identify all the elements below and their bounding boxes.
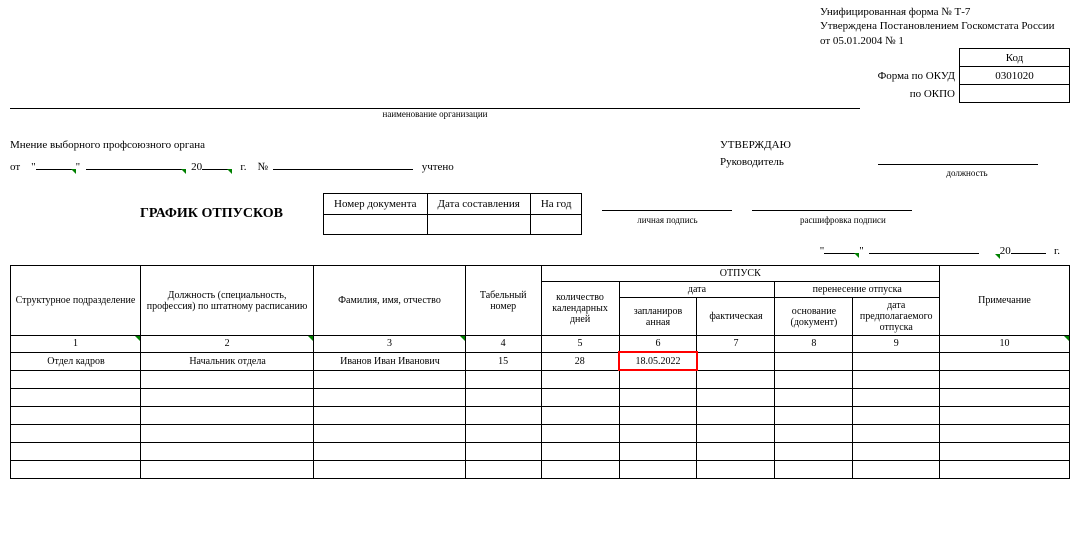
okud-label: Форма по ОКУД: [805, 70, 955, 82]
docnum-table: Номер документа Дата составления На год: [323, 193, 582, 235]
okpo-label: по ОКПО: [805, 88, 955, 100]
table-row: [11, 406, 1070, 424]
org-caption: наименование организации: [10, 109, 860, 119]
sign-area: личная подпись расшифровка подписи: [602, 202, 923, 226]
utv-block: УТВЕРЖДАЮ Руководитель должность: [720, 139, 1038, 178]
table-row: [11, 460, 1070, 478]
planned-date-cell: 18.05.2022: [619, 352, 697, 370]
main-title: ГРАФИК ОТПУСКОВ: [140, 206, 283, 222]
okpo-value: [960, 85, 1070, 103]
org-name-line: [10, 95, 860, 109]
approval-date: "" 20 г.: [10, 245, 1060, 257]
mnenie-block: Мнение выборного профсоюзного органа от …: [10, 139, 710, 178]
form-header: Унифицированная форма № Т-7 Утверждена П…: [820, 5, 1055, 48]
table-row: [11, 424, 1070, 442]
kod-cell: Код: [960, 49, 1070, 67]
main-table: Структурное подразделение Должность (спе…: [10, 265, 1070, 479]
table-row: Отдел кадров Начальник отдела Иванов Ива…: [11, 352, 1070, 370]
table-row: [11, 442, 1070, 460]
okud-value: 0301020: [960, 67, 1070, 85]
okud-block: Код 0301020 Форма по ОКУД по ОКПО: [959, 48, 1070, 103]
table-row: [11, 388, 1070, 406]
table-row: [11, 370, 1070, 388]
